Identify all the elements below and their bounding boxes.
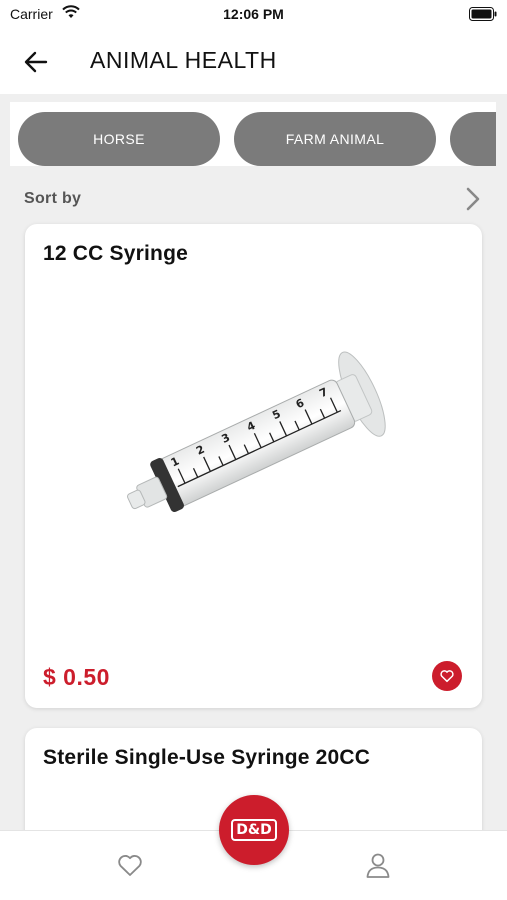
user-icon[interactable] bbox=[364, 851, 392, 879]
category-chip-partial[interactable] bbox=[450, 112, 496, 166]
status-bar: Carrier 12:06 PM bbox=[0, 0, 507, 30]
category-chip-farm-animal[interactable]: FARM ANIMAL bbox=[234, 112, 436, 166]
syringe-image: 1 2 3 4 5 6 7 bbox=[127, 351, 386, 513]
chevron-right-icon[interactable] bbox=[463, 186, 483, 212]
clock-label: 12:06 PM bbox=[223, 6, 284, 22]
product-card[interactable]: 12 CC Syringe 1 2 3 4 5 6 7 $ 0.50 bbox=[25, 224, 482, 708]
product-name: Sterile Single-Use Syringe 20CC bbox=[43, 746, 371, 769]
content-area: HORSE FARM ANIMAL Sort by 12 CC Syringe bbox=[0, 94, 507, 830]
category-chip-horse[interactable]: HORSE bbox=[18, 112, 220, 166]
heart-icon bbox=[440, 670, 454, 683]
home-logo-button[interactable]: D&D bbox=[219, 795, 289, 865]
arrow-left-icon[interactable] bbox=[22, 48, 50, 76]
heart-icon[interactable] bbox=[116, 851, 144, 879]
sort-by-label[interactable]: Sort by bbox=[24, 190, 81, 208]
battery-icon bbox=[469, 7, 497, 21]
brand-logo: D&D bbox=[231, 819, 277, 841]
page-title: ANIMAL HEALTH bbox=[90, 47, 277, 73]
product-price: $ 0.50 bbox=[43, 664, 110, 690]
header: ANIMAL HEALTH bbox=[0, 30, 507, 94]
product-name: 12 CC Syringe bbox=[43, 242, 188, 265]
favorite-button[interactable] bbox=[432, 661, 462, 691]
category-chips[interactable]: HORSE FARM ANIMAL bbox=[10, 102, 496, 166]
